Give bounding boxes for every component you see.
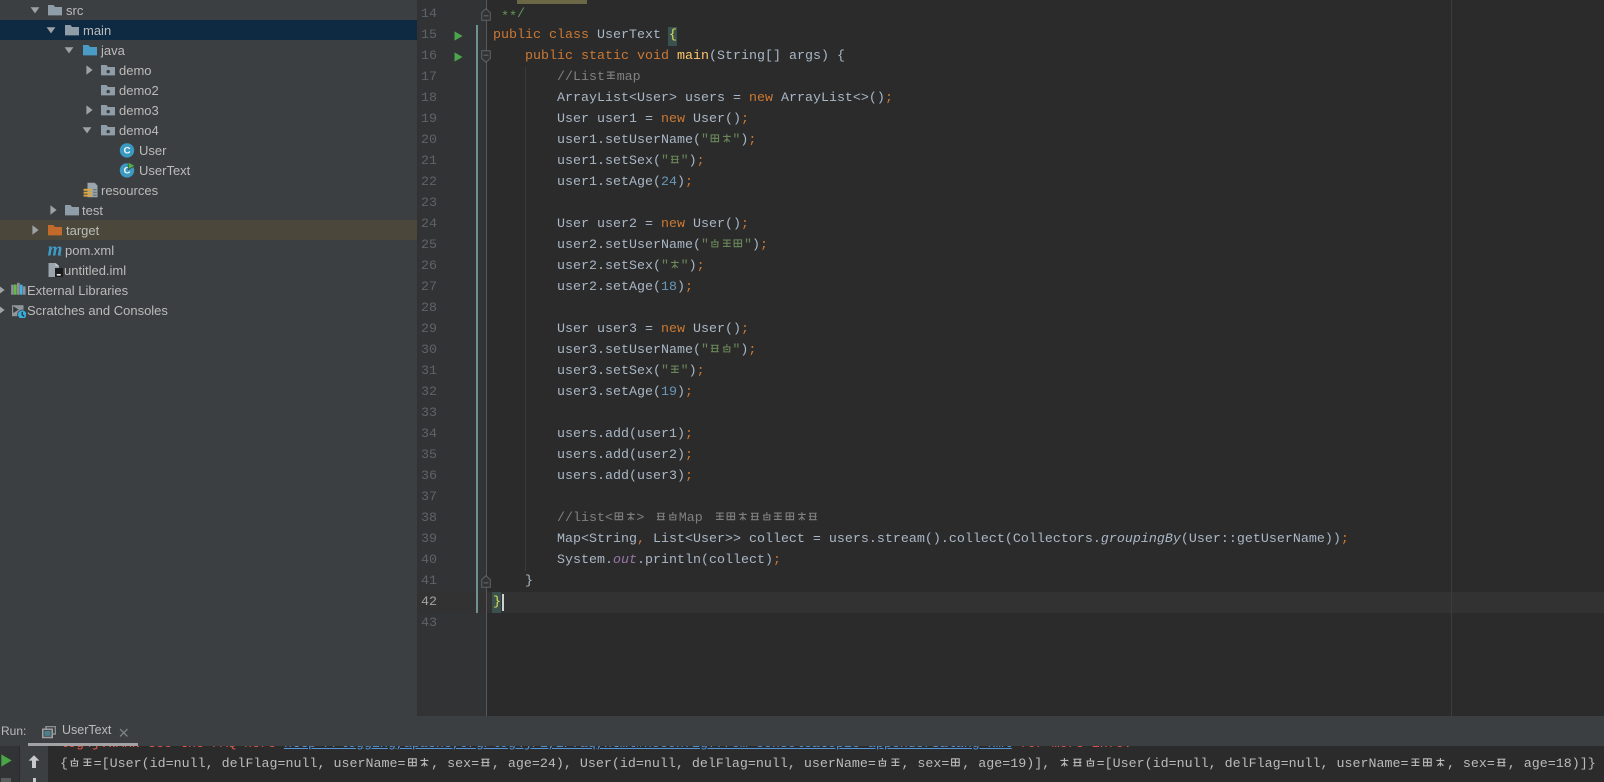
svg-text:C: C: [124, 146, 131, 157]
svg-text:m: m: [48, 242, 63, 258]
